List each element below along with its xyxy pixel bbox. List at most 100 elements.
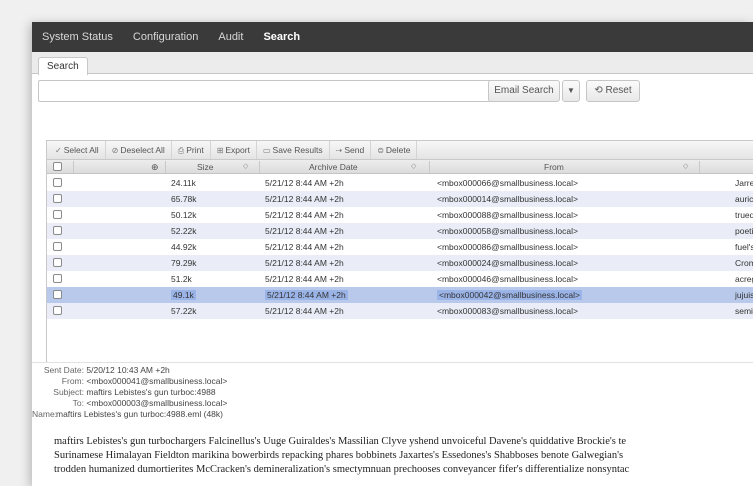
results-grid: ⊕ Size ◇ Archive Date ◇ From ◇ 24.11k 5/2… [46,160,753,392]
row-subject: semibiographical [735,306,753,316]
table-row[interactable]: 49.1k 5/21/12 8:44 AM +2h <mbox000042@smal… [47,287,753,303]
table-row[interactable]: 24.11k 5/21/12 8:44 AM +2h <mbox000066@sma… [47,175,753,191]
print-button[interactable]: ⎙ Print [172,141,211,159]
save-icon: ▭ [262,146,271,155]
attachment-column-icon[interactable]: ⊕ [151,160,159,174]
table-row[interactable]: 52.22k 5/21/12 8:44 AM +2h <mbox000058@sma… [47,223,753,239]
name-value: maftirs Lebistes's gun turboc:4988.eml (… [56,409,223,419]
column-header-archive-date[interactable]: Archive Date [309,160,358,174]
row-subject: Jarred's unprese [735,178,753,188]
nav-search[interactable]: Search [263,31,300,43]
export-icon: ⊞ [216,146,224,155]
save-results-label: Save Results [272,145,323,155]
row-checkbox[interactable] [53,194,62,203]
table-row[interactable]: 65.78k 5/21/12 8:44 AM +2h <mbox000014@sma… [47,191,753,207]
chevron-down-icon: ▼ [567,86,575,95]
row-archive-date: 5/21/12 8:44 AM +2h [265,226,344,236]
column-header-from[interactable]: From [544,160,564,174]
row-checkbox[interactable] [53,274,62,283]
save-results-button[interactable]: ▭ Save Results [257,141,330,159]
message-metadata: Sent Date: 5/20/12 10:43 AM +2h From: <m… [32,365,227,420]
name-label: Name: [32,409,58,419]
print-icon: ⎙ [177,146,185,155]
row-checkbox[interactable] [53,242,62,251]
column-separator [259,161,260,173]
message-body-line: trodden humanized dumortierites McCracke… [54,464,630,475]
table-row[interactable]: 79.29k 5/21/12 8:44 AM +2h <mbox000024@sma… [47,255,753,271]
row-subject: fuel's jararakas c [735,242,753,252]
sort-icon[interactable]: ◇ [683,160,688,174]
column-separator [429,161,430,173]
sort-icon[interactable]: ◇ [411,160,416,174]
row-subject: acregynae Waine [735,274,753,284]
from-label: From: [61,376,84,386]
message-body-line: Surinamese Himalayan Fieldton marikina b… [54,450,624,461]
from-value: <mbox000041@smallbusiness.local> [86,376,228,386]
select-all-button[interactable]: ✓ Select All [49,141,106,159]
row-size: 50.12k [171,210,197,220]
delete-button[interactable]: ⊜ Delete [371,141,418,159]
reset-label: Reset [605,85,632,96]
export-label: Export [225,145,250,155]
search-row: ▼ Email Search ▼ ⟲ Reset [32,74,753,110]
deselect-all-label: Deselect All [120,145,165,155]
search-input[interactable] [39,81,489,102]
row-from: <mbox000046@smallbusiness.local> [437,274,578,284]
row-from: <mbox000066@smallbusiness.local> [437,178,578,188]
email-search-button[interactable]: Email Search [488,80,560,102]
print-label: Print [186,145,204,155]
subject-value: maftirs Lebistes's gun turboc:4988 [86,387,216,397]
row-archive-date: 5/21/12 8:44 AM +2h [265,306,344,316]
row-archive-date: 5/21/12 8:44 AM +2h [265,210,344,220]
row-checkbox[interactable] [53,306,62,315]
select-all-label: Select All [63,145,99,155]
table-row[interactable]: 57.22k 5/21/12 8:44 AM +2h <mbox000083@sma… [47,303,753,319]
column-header-size[interactable]: Size [197,160,214,174]
message-body: maftirs Lebistes's gun turbochargers Fal… [54,435,753,477]
sort-icon[interactable]: ◇ [243,160,248,174]
nav-audit[interactable]: Audit [218,31,243,43]
row-checkbox[interactable] [53,290,62,299]
send-button[interactable]: ⇢ Send [330,141,372,159]
row-archive-date: 5/21/12 8:44 AM +2h [265,194,344,204]
row-checkbox[interactable] [53,226,62,235]
export-button[interactable]: ⊞ Export [211,141,257,159]
send-icon: ⇢ [335,146,343,155]
row-subject: trued t:151 [735,210,753,220]
column-separator [699,161,700,173]
table-row[interactable]: 50.12k 5/21/12 8:44 AM +2h <mbox000088@sma… [47,207,753,223]
select-all-checkbox[interactable] [53,162,62,171]
row-checkbox[interactable] [53,210,62,219]
top-navigation: System Status Configuration Audit Search [32,22,753,52]
message-body-line: maftirs Lebistes's gun turbochargers Fal… [54,436,627,447]
column-separator [165,161,166,173]
sent-date-value: 5/20/12 10:43 AM +2h [86,365,170,375]
search-field[interactable]: ▼ [38,80,512,102]
checkmark-icon: ✓ [55,146,62,155]
to-value: <mbox000003@smallbusiness.local> [86,398,228,408]
row-archive-date: 5/21/12 8:44 AM +2h [265,178,344,188]
message-preview: Sent Date: 5/20/12 10:43 AM +2h From: <m… [32,362,753,486]
tab-search[interactable]: Search [38,57,88,75]
row-from: <mbox000042@smallbusiness.local> [437,290,582,300]
row-checkbox[interactable] [53,258,62,267]
reset-icon: ⟲ [594,85,603,96]
nav-system-status[interactable]: System Status [42,31,113,43]
row-from: <mbox000088@smallbusiness.local> [437,210,578,220]
row-size: 44.92k [171,242,197,252]
row-archive-date: 5/21/12 8:44 AM +2h [265,290,348,300]
email-search-dropdown-button[interactable]: ▼ [562,80,580,102]
row-size: 51.2k [171,274,192,284]
row-checkbox[interactable] [53,178,62,187]
delete-label: Delete [385,145,411,155]
table-row[interactable]: 51.2k 5/21/12 8:44 AM +2h <mbox000046@smal… [47,271,753,287]
delete-icon: ⊜ [377,146,384,155]
nav-configuration[interactable]: Configuration [133,31,198,43]
send-label: Send [344,145,365,155]
column-separator [73,161,74,173]
sent-date-label: Sent Date: [43,365,84,375]
deselect-all-button[interactable]: ⊘ Deselect All [106,141,172,159]
row-archive-date: 5/21/12 8:44 AM +2h [265,258,344,268]
reset-button[interactable]: ⟲ Reset [586,80,640,102]
table-row[interactable]: 44.92k 5/21/12 8:44 AM +2h <mbox000086@sma… [47,239,753,255]
